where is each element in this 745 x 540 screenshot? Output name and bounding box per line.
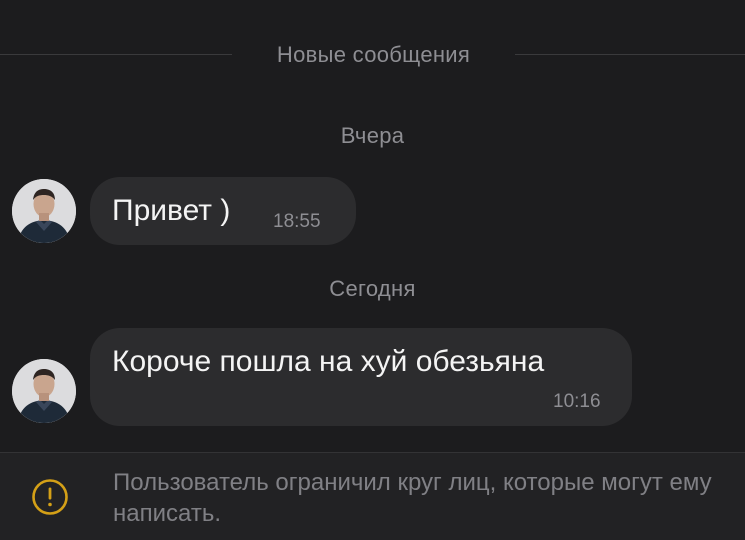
date-label-yesterday: Вчера (340, 123, 405, 148)
restriction-notice: Пользователь ограничил круг лиц, которые… (0, 452, 745, 540)
message-bubble[interactable]: Привет ) 18:55 (90, 177, 356, 245)
message-bubble[interactable]: Короче пошла на хуй обезьяна 10:16 (90, 328, 632, 426)
warning-icon (31, 478, 69, 516)
avatar[interactable] (12, 179, 76, 243)
avatar[interactable] (12, 359, 76, 423)
avatar-photo (12, 179, 76, 243)
divider-line-left (0, 54, 232, 55)
message-time: 10:16 (553, 391, 601, 412)
date-label-today: Сегодня (329, 276, 416, 301)
new-messages-divider: Новые сообщения (0, 42, 745, 67)
divider-line-right (515, 54, 745, 55)
message-time: 18:55 (273, 211, 321, 232)
chat-area: Новые сообщения Вчера Привет ) 18:55 Сег… (0, 0, 745, 452)
new-messages-label: Новые сообщения (276, 42, 471, 67)
message-text: Привет ) (112, 194, 231, 227)
restriction-notice-text: Пользователь ограничил круг лиц, которые… (113, 469, 712, 527)
avatar-photo (12, 359, 76, 423)
message-text: Короче пошла на хуй обезьяна (112, 345, 545, 378)
